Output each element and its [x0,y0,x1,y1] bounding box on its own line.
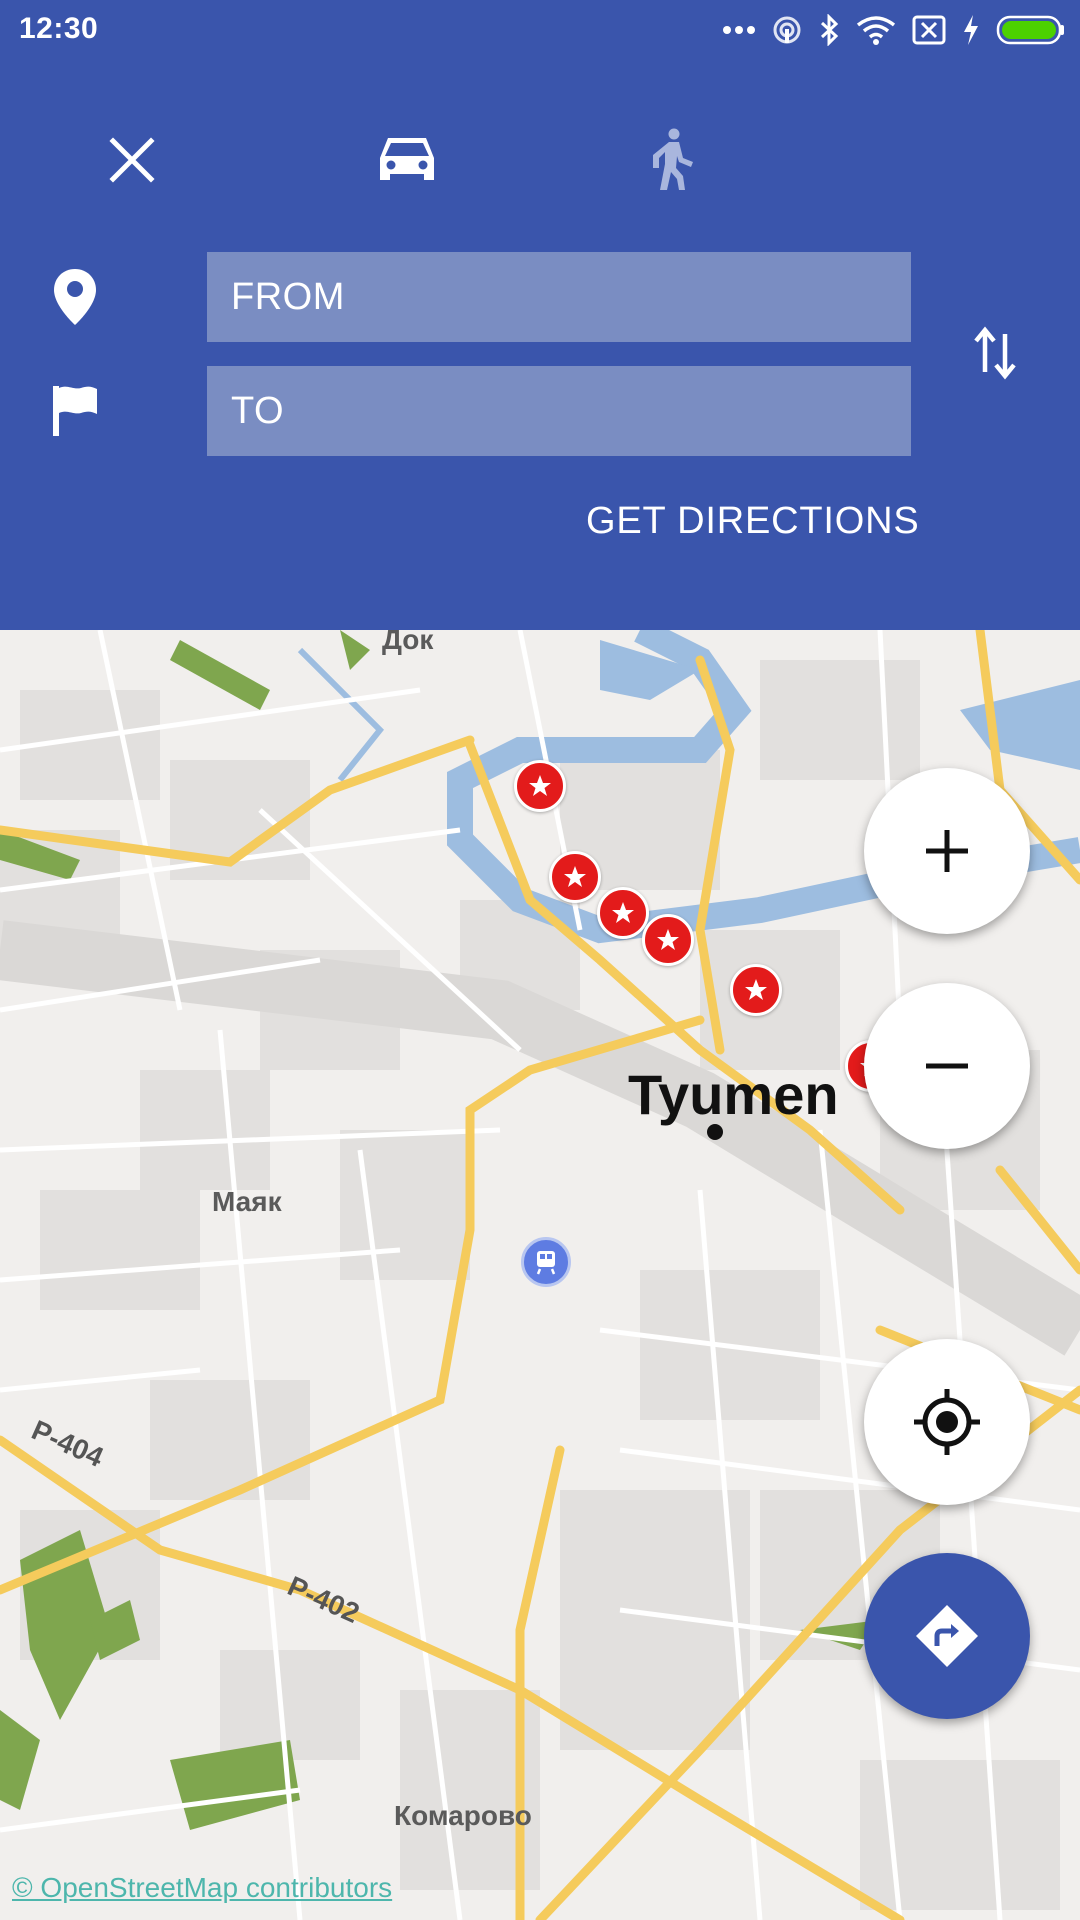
map-label-dok: Док [382,630,434,655]
close-icon [109,137,155,183]
from-placeholder: FROM [231,275,345,318]
star-icon [745,979,767,1000]
zoom-in-button[interactable] [864,768,1030,934]
location-pin-icon [40,262,110,332]
directions-header: 12:30 FROM TO GET DIRECTIONS [0,0,1080,630]
city-label: Tyumen [628,1063,839,1126]
travel-mode-bar [0,110,1080,210]
star-icon [529,775,551,796]
my-location-button[interactable] [864,1339,1030,1505]
status-time: 12:30 [19,12,99,45]
wifi-icon [856,16,896,45]
zoom-out-button[interactable] [864,983,1030,1149]
plus-icon [926,830,968,872]
battery-icon [996,15,1064,45]
osm-credit-link[interactable]: © OpenStreetMap contributors [12,1872,392,1904]
flag-icon [40,376,110,446]
train-station-icon[interactable] [521,1237,571,1287]
car-icon [380,138,434,180]
get-directions-button[interactable]: GET DIRECTIONS [586,500,920,543]
walk-mode-button[interactable] [622,110,722,210]
star-icon [564,866,586,887]
swap-button[interactable] [960,318,1030,388]
my-location-icon [914,1389,980,1455]
directions-icon [916,1605,978,1667]
poi-marker[interactable] [730,964,782,1016]
map-label-komarovo: Комарово [394,1800,532,1831]
to-input[interactable]: TO [207,366,911,456]
minus-icon [926,1063,968,1069]
directions-fab[interactable] [864,1553,1030,1719]
charging-icon [964,15,978,45]
poi-marker[interactable] [597,887,649,939]
status-icons [722,10,1066,50]
no-sim-icon [912,15,946,45]
city-center-dot [707,1124,723,1140]
to-row: TO [0,366,1080,456]
poi-marker[interactable] [549,851,601,903]
hotspot-icon [773,16,801,44]
star-icon [612,902,634,923]
status-bar: 12:30 [0,0,1080,60]
walk-icon [653,128,693,190]
star-icon [657,929,679,950]
car-mode-button[interactable] [357,110,457,210]
poi-marker[interactable] [642,914,694,966]
map-label-mayak: Маяк [212,1186,282,1217]
close-button[interactable] [82,110,182,210]
from-row: FROM [0,252,1080,342]
bluetooth-icon [820,14,839,46]
swap-icon [974,326,1016,380]
more-icon [723,26,755,34]
to-placeholder: TO [231,389,285,432]
poi-marker[interactable] [514,760,566,812]
from-input[interactable]: FROM [207,252,911,342]
